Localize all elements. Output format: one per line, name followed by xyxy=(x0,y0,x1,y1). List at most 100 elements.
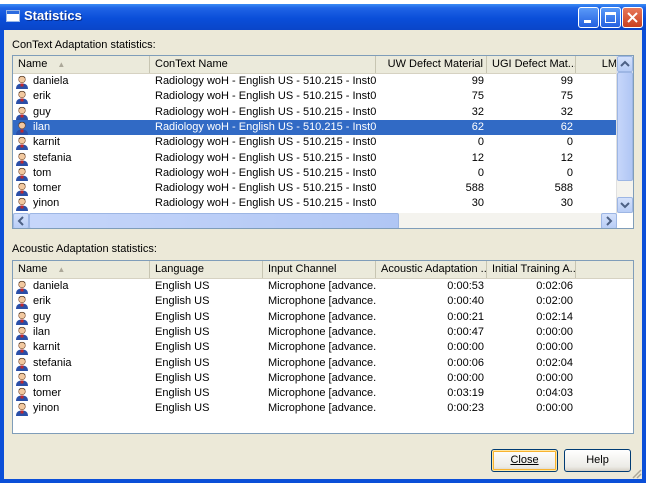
uw-defect-cell: 0 xyxy=(477,166,484,179)
vertical-scroll-thumb[interactable] xyxy=(617,72,633,181)
close-window-button[interactable] xyxy=(622,7,643,28)
acoustic-adaptation-cell: 0:00:47 xyxy=(447,325,484,338)
window-icon xyxy=(6,10,20,22)
table-row[interactable]: guy Radiology woH - English US - 510.215 … xyxy=(13,105,633,120)
ugi-defect-cell: 588 xyxy=(554,182,573,195)
uw-defect-cell: 99 xyxy=(471,75,484,87)
table-row[interactable]: ilan Radiology woH - English US - 510.215… xyxy=(13,119,633,135)
acoustic-section-label: Acoustic Adaptation statistics: xyxy=(12,243,157,255)
language-cell: English US xyxy=(155,402,210,415)
user-name: erik xyxy=(33,295,51,308)
table-row[interactable]: stefania Radiology woH - English US - 510… xyxy=(13,151,633,166)
context-stats-list[interactable]: Name ▲ ConText Name UW Defect Material UG… xyxy=(12,55,634,229)
ugi-defect-cell: 75 xyxy=(560,90,573,103)
column-header-uw-defect[interactable]: UW Defect Material xyxy=(376,56,487,73)
user-icon xyxy=(16,342,28,356)
scroll-right-button[interactable] xyxy=(601,213,617,228)
scroll-up-button[interactable] xyxy=(617,56,633,72)
context-name-cell: Radiology woH - English US - 510.215 - I… xyxy=(155,197,376,210)
table-row[interactable]: guy English US Microphone [advance... 0:00:… xyxy=(13,310,633,325)
language-cell: English US xyxy=(155,387,210,400)
help-button[interactable]: Help xyxy=(564,449,631,472)
uw-defect-cell: 0 xyxy=(477,136,484,149)
minimize-button[interactable] xyxy=(578,7,599,28)
user-name: tomer xyxy=(33,182,62,195)
initial-training-cell: 0:02:00 xyxy=(536,295,573,308)
horizontal-scroll-thumb[interactable] xyxy=(29,213,399,228)
ugi-defect-cell: 32 xyxy=(560,105,573,118)
acoustic-adaptation-cell: 0:00:23 xyxy=(447,402,484,415)
column-header-name[interactable]: Name ▲ xyxy=(13,56,150,73)
column-header-input-channel[interactable]: Input Channel xyxy=(263,261,376,278)
context-name-cell: Radiology woH - English US - 510.215 - I… xyxy=(155,182,376,195)
user-icon xyxy=(16,198,28,212)
table-row[interactable]: tom Radiology woH - English US - 510.215 … xyxy=(13,166,633,181)
context-horizontal-scrollbar[interactable] xyxy=(13,213,617,228)
initial-training-cell: 0:02:04 xyxy=(536,356,573,369)
table-row[interactable]: tomer English US Microphone [advance... 0:0… xyxy=(13,386,633,402)
input-channel-cell: Microphone [advance... xyxy=(268,341,376,354)
table-row[interactable]: stefania English US Microphone [advance...… xyxy=(13,356,633,371)
user-name: yinon xyxy=(33,402,60,415)
input-channel-cell: Microphone [advance... xyxy=(268,371,376,384)
input-channel-cell: Microphone [advance... xyxy=(268,356,376,369)
input-channel-cell: Microphone [advance... xyxy=(268,387,376,400)
uw-defect-cell: 30 xyxy=(471,197,484,210)
initial-training-cell: 0:00:00 xyxy=(536,402,573,415)
user-name: karnit xyxy=(33,136,60,149)
user-icon xyxy=(16,75,28,89)
title-bar[interactable]: Statistics xyxy=(0,4,646,30)
table-row[interactable]: erik English US Microphone [advance... 0:00… xyxy=(13,294,633,310)
ugi-defect-cell: 0 xyxy=(566,136,573,149)
user-name: guy xyxy=(33,310,51,323)
column-header-lm[interactable]: LM xyxy=(576,56,621,73)
acoustic-list-header: Name ▲ Language Input Channel Acoustic Ad… xyxy=(13,261,633,279)
user-name: ilan xyxy=(33,325,51,338)
table-row[interactable]: yinon English US Microphone [advance... 0:0… xyxy=(13,401,633,417)
scroll-down-button[interactable] xyxy=(617,197,633,213)
user-icon xyxy=(16,403,28,417)
table-row[interactable]: yinon Radiology woH - English US - 510.21… xyxy=(13,196,633,212)
initial-training-cell: 0:02:06 xyxy=(536,280,573,292)
user-name: daniela xyxy=(33,75,69,87)
user-icon xyxy=(16,357,28,371)
sort-ascending-icon: ▲ xyxy=(57,60,66,69)
close-icon xyxy=(627,12,638,23)
context-vertical-scrollbar[interactable] xyxy=(616,56,633,213)
resize-grip-icon[interactable] xyxy=(630,467,642,479)
scroll-left-button[interactable] xyxy=(13,213,29,228)
acoustic-adaptation-cell: 0:00:53 xyxy=(447,280,484,292)
chevron-down-icon xyxy=(620,202,630,209)
user-name: daniela xyxy=(33,280,69,292)
user-icon xyxy=(16,311,28,325)
table-row[interactable]: karnit Radiology woH - English US - 510.2… xyxy=(13,135,633,151)
table-row[interactable]: daniela Radiology woH - English US - 510.… xyxy=(13,74,633,89)
table-row[interactable]: ilan English US Microphone [advance... 0:00… xyxy=(13,325,633,340)
column-header-context-name[interactable]: ConText Name xyxy=(150,56,376,73)
user-icon xyxy=(16,280,28,294)
acoustic-stats-list[interactable]: Name ▲ Language Input Channel Acoustic Ad… xyxy=(12,260,634,434)
table-row[interactable]: tom English US Microphone [advance... 0:00:… xyxy=(13,371,633,386)
user-icon xyxy=(16,137,28,151)
table-row[interactable]: karnit English US Microphone [advance... 0:… xyxy=(13,340,633,356)
table-row[interactable]: daniela English US Microphone [advance... 0… xyxy=(13,279,633,294)
context-name-cell: Radiology woH - English US - 510.215 - I… xyxy=(155,90,376,103)
input-channel-cell: Microphone [advance... xyxy=(268,310,376,323)
maximize-button[interactable] xyxy=(600,7,621,28)
column-header-ugi-defect[interactable]: UGI Defect Mat... xyxy=(487,56,576,73)
column-header-acoustic-adaptation[interactable]: Acoustic Adaptation ... xyxy=(376,261,487,278)
dialog-body: ConText Adaptation statistics: Name ▲ Con… xyxy=(4,30,642,479)
column-header-name[interactable]: Name ▲ xyxy=(13,261,150,278)
context-list-header: Name ▲ ConText Name UW Defect Material UG… xyxy=(13,56,633,74)
initial-training-cell: 0:00:00 xyxy=(536,325,573,338)
table-row[interactable]: tomer Radiology woH - English US - 510.21… xyxy=(13,181,633,197)
close-button[interactable]: Close xyxy=(491,449,558,472)
column-header-language[interactable]: Language xyxy=(150,261,263,278)
table-row[interactable]: erik Radiology woH - English US - 510.215… xyxy=(13,89,633,105)
column-header-initial-training[interactable]: Initial Training A... xyxy=(487,261,576,278)
context-name-cell: Radiology woH - English US - 510.215 - I… xyxy=(155,166,376,179)
user-icon xyxy=(16,326,28,340)
language-cell: English US xyxy=(155,280,210,292)
acoustic-adaptation-cell: 0:00:40 xyxy=(447,295,484,308)
acoustic-adaptation-cell: 0:03:19 xyxy=(447,387,484,400)
